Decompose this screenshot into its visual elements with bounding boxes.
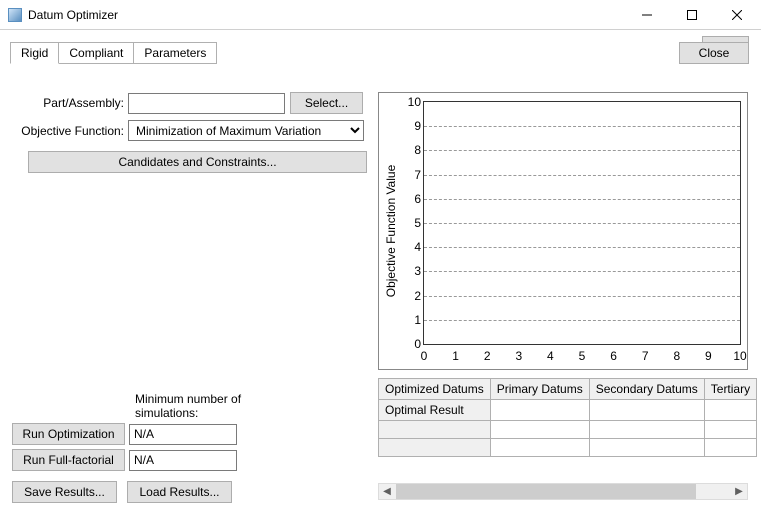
close-icon [732, 10, 742, 20]
chart-gridline [424, 247, 740, 248]
chart-plot-area [423, 101, 741, 345]
chart-xtick: 8 [673, 349, 680, 363]
chart-ytick: 6 [407, 192, 421, 206]
col-optimized-datums[interactable]: Optimized Datums [379, 379, 491, 400]
chart-xtick: 5 [579, 349, 586, 363]
chart-gridline [424, 199, 740, 200]
tab-parameters[interactable]: Parameters [134, 42, 217, 64]
col-secondary-datums[interactable]: Secondary Datums [589, 379, 704, 400]
results-table-grid: Optimized Datums Primary Datums Secondar… [378, 378, 757, 457]
title-bar: Datum Optimizer [0, 0, 761, 30]
chart-xtick: 7 [642, 349, 649, 363]
chart-ytick: 8 [407, 143, 421, 157]
table-cell[interactable] [490, 421, 589, 439]
chart-ytick: 4 [407, 240, 421, 254]
save-results-button[interactable]: Save Results... [12, 481, 117, 503]
table-cell[interactable] [589, 421, 704, 439]
chart-xtick: 0 [421, 349, 428, 363]
maximize-icon [687, 10, 697, 20]
chart-gridline [424, 175, 740, 176]
close-dialog-button[interactable]: Close [679, 42, 749, 64]
maximize-button[interactable] [669, 1, 714, 29]
table-cell[interactable] [490, 400, 589, 421]
table-cell[interactable] [704, 421, 756, 439]
table-row[interactable] [379, 439, 757, 457]
chart-ytick: 1 [407, 313, 421, 327]
table-cell[interactable] [589, 400, 704, 421]
tab-compliant[interactable]: Compliant [59, 42, 134, 64]
run-optimization-value [129, 424, 237, 445]
run-full-factorial-button[interactable]: Run Full-factorial [12, 449, 125, 471]
left-panel: Part/Assembly: Select... Objective Funct… [10, 92, 368, 173]
chart-ytick: 2 [407, 289, 421, 303]
part-assembly-input[interactable] [128, 93, 285, 114]
load-results-button[interactable]: Load Results... [127, 481, 232, 503]
part-assembly-label: Part/Assembly: [10, 96, 128, 110]
chart-xtick: 6 [610, 349, 617, 363]
table-cell[interactable] [589, 439, 704, 457]
table-row[interactable]: Optimal Result [379, 400, 757, 421]
run-optimization-button[interactable]: Run Optimization [12, 423, 125, 445]
chart-gridline [424, 271, 740, 272]
simulation-block: Minimum number of simulations: Run Optim… [12, 392, 262, 503]
window-title: Datum Optimizer [28, 8, 118, 22]
chart-ytick: 5 [407, 216, 421, 230]
chart-xtick: 1 [452, 349, 459, 363]
row-header [379, 439, 491, 457]
chart-ytick: 3 [407, 264, 421, 278]
results-table: Optimized Datums Primary Datums Secondar… [378, 378, 748, 500]
chart: Objective Function Value 0 1 2 3 4 5 6 7 8 9 10 0 1 2… [378, 92, 748, 370]
app-icon [8, 8, 22, 22]
chart-gridline [424, 296, 740, 297]
chart-ytick: 0 [407, 337, 421, 351]
objective-function-label: Objective Function: [10, 124, 128, 138]
run-full-factorial-value [129, 450, 237, 471]
chart-xtick: 2 [484, 349, 491, 363]
chart-xtick: 9 [705, 349, 712, 363]
row-header [379, 421, 491, 439]
scroll-right-arrow-icon[interactable]: ▶ [731, 484, 747, 499]
chart-ytick: 10 [407, 95, 421, 109]
chart-gridline [424, 150, 740, 151]
close-window-button[interactable] [714, 1, 759, 29]
scroll-thumb[interactable] [396, 484, 696, 499]
chart-gridline [424, 126, 740, 127]
tab-rigid[interactable]: Rigid [10, 42, 59, 64]
table-cell[interactable] [490, 439, 589, 457]
chart-ytick: 9 [407, 119, 421, 133]
chart-gridline [424, 223, 740, 224]
tab-bar: Rigid Compliant Parameters [10, 42, 751, 64]
minimize-button[interactable] [624, 1, 669, 29]
chart-xtick: 3 [515, 349, 522, 363]
scroll-left-arrow-icon[interactable]: ◀ [379, 484, 395, 499]
col-tertiary[interactable]: Tertiary [704, 379, 756, 400]
objective-function-select[interactable]: Minimization of Maximum Variation [128, 120, 364, 141]
candidates-constraints-button[interactable]: Candidates and Constraints... [28, 151, 367, 173]
min-simulations-label: Minimum number of simulations: [135, 392, 262, 420]
chart-y-axis-label: Objective Function Value [384, 161, 398, 301]
row-header: Optimal Result [379, 400, 491, 421]
minimize-icon [642, 10, 652, 20]
chart-gridline [424, 320, 740, 321]
chart-xtick: 10 [733, 349, 746, 363]
select-part-button[interactable]: Select... [290, 92, 363, 114]
table-cell[interactable] [704, 400, 756, 421]
col-primary-datums[interactable]: Primary Datums [490, 379, 589, 400]
table-row[interactable] [379, 421, 757, 439]
chart-ytick: 7 [407, 168, 421, 182]
table-cell[interactable] [704, 439, 756, 457]
chart-xtick: 4 [547, 349, 554, 363]
table-horizontal-scrollbar[interactable]: ◀ ▶ [378, 483, 748, 500]
